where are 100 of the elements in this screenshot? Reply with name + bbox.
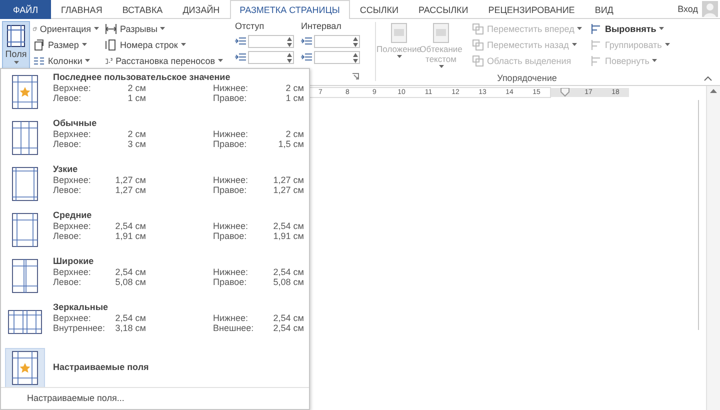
dialog-launcher-icon[interactable] xyxy=(352,73,359,80)
option-title: Широкие xyxy=(53,256,95,267)
spinner-icon[interactable] xyxy=(287,53,292,63)
margins-option[interactable]: Обычные Верхнее: 2 см Нижнее: 2 см Левое: 3 см Правое: 1,5 см xyxy=(1,115,309,161)
margins-option[interactable]: Узкие Верхнее: 1,27 см Нижнее: 1,27 см Левое: 1,27 см Правое: 1,27 см xyxy=(1,161,309,207)
margin-value: 2,54 см xyxy=(272,267,304,277)
picture-frame-icon xyxy=(391,23,407,43)
align-icon xyxy=(590,22,602,34)
ribbon-button[interactable]: Ориентация xyxy=(33,22,99,35)
margin-value: 1,91 см xyxy=(114,231,146,241)
margin-label: Нижнее: xyxy=(213,313,250,323)
margin-label: Верхнее: xyxy=(53,175,92,185)
spinner-icon[interactable] xyxy=(353,53,358,63)
margin-label: Нижнее: xyxy=(213,175,250,185)
input-field[interactable] xyxy=(248,51,294,64)
ribbon-tab[interactable]: ДИЗАЙН xyxy=(172,0,230,19)
margin-value: 3 см xyxy=(126,139,146,149)
margins-option[interactable]: Широкие Верхнее: 2,54 см Нижнее: 2,54 см Левое: 5,08 см Правое: 5,08 см xyxy=(1,253,309,299)
sign-in-link[interactable]: Вход xyxy=(678,4,698,14)
margin-label: Нижнее: xyxy=(213,221,250,231)
page-icon xyxy=(33,38,45,50)
margin-label: Внешнее: xyxy=(213,323,255,333)
breaks-icon xyxy=(105,22,117,34)
margin-label: Нижнее: xyxy=(213,83,250,93)
margin-value: 2,54 см xyxy=(272,221,304,231)
margin-label: Верхнее: xyxy=(53,267,92,277)
margin-value: 1,27 см xyxy=(114,175,146,185)
indent-icon xyxy=(301,36,312,46)
margin-label: Левое: xyxy=(53,277,82,287)
margin-label: Верхнее: xyxy=(53,129,92,139)
option-title: Обычные xyxy=(53,118,98,129)
margins-icon xyxy=(12,121,38,155)
line-numbers-icon xyxy=(105,38,117,50)
layers-icon xyxy=(472,54,484,66)
margin-label: Левое: xyxy=(53,139,82,149)
input-field[interactable] xyxy=(314,51,360,64)
ribbon-button[interactable]: Выровнять xyxy=(590,22,670,35)
ribbon-tab[interactable]: ВСТАВКА xyxy=(112,0,173,19)
margin-label: Внутреннее: xyxy=(53,323,103,333)
margin-value: 2,54 см xyxy=(114,267,146,277)
margin-value: 1,27 см xyxy=(114,185,146,195)
spacing-label: Интервал xyxy=(301,21,342,32)
ribbon-button[interactable]: Номера строк xyxy=(105,38,223,51)
margins-option[interactable]: Средние Верхнее: 2,54 см Нижнее: 2,54 см Левое: 1,91 см Правое: 1,91 см xyxy=(1,207,309,253)
scroll-up-icon[interactable] xyxy=(710,89,717,93)
input-field[interactable] xyxy=(248,35,294,48)
margin-value: 1,91 см xyxy=(272,231,304,241)
spinner-icon[interactable] xyxy=(353,37,358,47)
margin-label: Верхнее: xyxy=(53,221,92,231)
ribbon-tab[interactable]: ВИД xyxy=(584,0,624,19)
indent-label: Отступ xyxy=(235,21,266,32)
margin-value: 1,27 см xyxy=(272,175,304,185)
collapse-icon[interactable] xyxy=(704,76,712,81)
ribbon-tab[interactable]: РАССЫЛКИ xyxy=(408,0,478,19)
margin-label: Левое: xyxy=(53,231,82,241)
ribbon-button[interactable]: Расстановка переносов xyxy=(105,54,223,67)
margin-value: 2 см xyxy=(284,129,304,139)
margin-label: Правое: xyxy=(213,277,248,287)
margin-label: Правое: xyxy=(213,231,248,241)
ribbon-tab[interactable]: ССЫЛКИ xyxy=(350,0,408,19)
ribbon-tab[interactable]: РАЗМЕТКА СТРАНИЦЫ xyxy=(230,0,350,19)
group-label: Упорядочение xyxy=(496,73,558,83)
margin-value: 5,08 см xyxy=(114,277,146,287)
ribbon-tab[interactable]: ГЛАВНАЯ xyxy=(51,0,112,19)
margins-option[interactable]: Зеркальные Верхнее: 2,54 см Нижнее: 2,54 см Внутреннее: 3,18 см Внешнее: 2,54 см xyxy=(1,299,309,345)
ribbon-button[interactable]: Разрывы xyxy=(105,22,223,35)
margin-value: 2,54 см xyxy=(272,313,304,323)
scrollbar[interactable] xyxy=(706,86,720,410)
margins-icon xyxy=(12,167,38,201)
margins-icon xyxy=(8,310,42,334)
input-field[interactable] xyxy=(314,35,360,48)
margin-label: Нижнее: xyxy=(213,267,250,277)
margin-label: Левое: xyxy=(53,93,82,103)
margin-value: 1,27 см xyxy=(272,185,304,195)
option-title: Настраиваемые поля xyxy=(53,362,150,373)
margin-value: 2 см xyxy=(126,83,146,93)
layers-icon xyxy=(472,38,484,50)
indent-icon xyxy=(235,36,246,46)
margin-value: 2 см xyxy=(126,129,146,139)
ribbon-button[interactable]: Размер xyxy=(33,38,99,51)
spinner-icon[interactable] xyxy=(287,37,292,47)
margins-icon xyxy=(12,259,38,293)
margin-value: 2,54 см xyxy=(272,323,304,333)
margin-value: 2 см xyxy=(284,83,304,93)
layers-icon xyxy=(472,22,484,34)
margin-value: 5,08 см xyxy=(272,277,304,287)
margin-value: 1,5 см xyxy=(277,139,304,149)
margins-star-icon xyxy=(12,350,38,384)
ribbon-tab[interactable]: ФАЙЛ xyxy=(0,0,52,19)
margin-label: Левое: xyxy=(53,185,82,195)
caret-icon xyxy=(14,61,18,64)
margins-option[interactable]: Настраиваемые поля xyxy=(1,345,309,387)
align-icon xyxy=(590,38,602,50)
ribbon-tab[interactable]: РЕЦЕНЗИРОВАНИЕ xyxy=(478,0,585,19)
margin-value: 2,54 см xyxy=(114,313,146,323)
margin-label: Правое: xyxy=(213,185,248,195)
custom-margins-link[interactable]: Настраиваемые поля... xyxy=(27,393,124,403)
ribbon-button[interactable]: Колонки xyxy=(33,54,99,67)
margin-label: Правое: xyxy=(213,93,248,103)
align-icon xyxy=(590,54,602,66)
